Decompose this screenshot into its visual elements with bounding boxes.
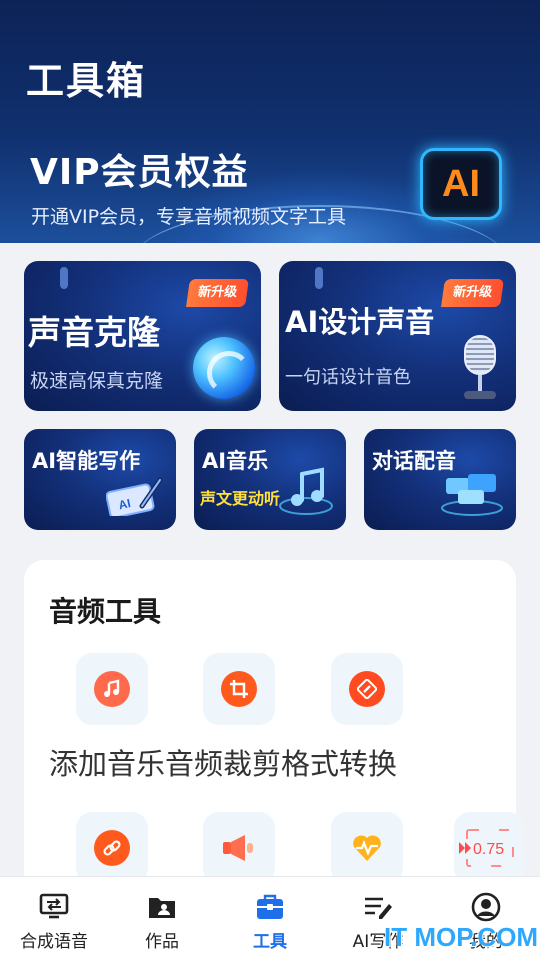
speed-tool-button[interactable]: 0.75 bbox=[454, 812, 524, 884]
heart-wave-tool-button[interactable] bbox=[331, 812, 403, 884]
voice-clone-card[interactable]: 新升级 声音克隆 极速高保真克隆 bbox=[24, 261, 261, 411]
new-upgrade-tag: 新升级 bbox=[186, 279, 249, 307]
card-title: AI音乐 bbox=[202, 449, 269, 473]
vip-benefits-title: VIP会员权益 bbox=[30, 152, 249, 193]
card-title: AI设计声音 bbox=[285, 305, 435, 339]
convert-icon bbox=[349, 671, 385, 707]
music-note-icon bbox=[279, 467, 333, 515]
card-title: 对话配音 bbox=[372, 449, 456, 473]
decor-dot bbox=[315, 267, 323, 289]
music-note-icon bbox=[94, 671, 130, 707]
swirl-orb-icon bbox=[193, 337, 255, 399]
svg-text:0.75: 0.75 bbox=[473, 841, 504, 858]
vip-benefits-subtitle: 开通VIP会员，专享音频视频文字工具 bbox=[31, 206, 347, 228]
ai-chip-icon: AI bbox=[420, 148, 502, 220]
synthesize-icon bbox=[38, 891, 70, 923]
dialogue-dubbing-card[interactable]: 对话配音 bbox=[364, 429, 516, 530]
card-title: 声音克隆 bbox=[28, 313, 160, 352]
ai-badge-text: AI bbox=[442, 162, 480, 205]
new-upgrade-tag: 新升级 bbox=[441, 279, 504, 307]
ai-writing-card[interactable]: AI智能写作 AI bbox=[24, 429, 176, 530]
ai-pen-writing-icon: AI bbox=[106, 477, 163, 516]
audio-crop-button[interactable] bbox=[203, 653, 275, 725]
user-circle-icon bbox=[470, 891, 502, 923]
nav-label: 工具 bbox=[253, 932, 287, 952]
audio-tool-labels: 添加音乐音频裁剪格式转换 bbox=[49, 747, 398, 781]
format-convert-button[interactable] bbox=[331, 653, 403, 725]
nav-item-tools[interactable]: 工具 bbox=[216, 877, 324, 960]
page-title: 工具箱 bbox=[26, 59, 147, 103]
card-subtitle: 一句话设计音色 bbox=[285, 367, 411, 388]
megaphone-icon bbox=[223, 835, 253, 861]
vip-banner[interactable]: 工具箱 VIP会员权益 开通VIP会员，专享音频视频文字工具 AI bbox=[0, 0, 540, 243]
nav-label: 作品 bbox=[145, 932, 179, 952]
nav-label: 合成语音 bbox=[20, 932, 88, 952]
watermark-text: IT MOP.COM bbox=[384, 922, 539, 952]
nav-item-works[interactable]: 作品 bbox=[108, 877, 216, 960]
chat-bubbles-icon bbox=[441, 474, 503, 516]
link-icon bbox=[94, 830, 130, 866]
folder-user-icon bbox=[146, 891, 178, 923]
card-subtitle: 极速高保真克隆 bbox=[30, 370, 164, 392]
write-lines-icon bbox=[362, 891, 394, 923]
ai-design-voice-card[interactable]: 新升级 AI设计声音 一句话设计音色 bbox=[279, 261, 516, 411]
add-music-button[interactable] bbox=[76, 653, 148, 725]
microphone-icon bbox=[458, 335, 502, 401]
ai-music-card[interactable]: AI音乐 声文更动听 bbox=[194, 429, 346, 530]
crop-icon bbox=[221, 671, 257, 707]
card-title: AI智能写作 bbox=[32, 449, 141, 473]
link-tool-button[interactable] bbox=[76, 812, 148, 884]
audio-tools-title: 音频工具 bbox=[49, 595, 162, 628]
speed-icon: 0.75 bbox=[459, 829, 514, 867]
nav-item-synthesize[interactable]: 合成语音 bbox=[0, 877, 108, 960]
heart-waveform-icon bbox=[353, 835, 381, 861]
card-accent-text: 声文更动听 bbox=[200, 489, 281, 508]
toolbox-icon bbox=[254, 891, 286, 923]
decor-dot bbox=[60, 267, 68, 289]
megaphone-tool-button[interactable] bbox=[203, 812, 275, 884]
